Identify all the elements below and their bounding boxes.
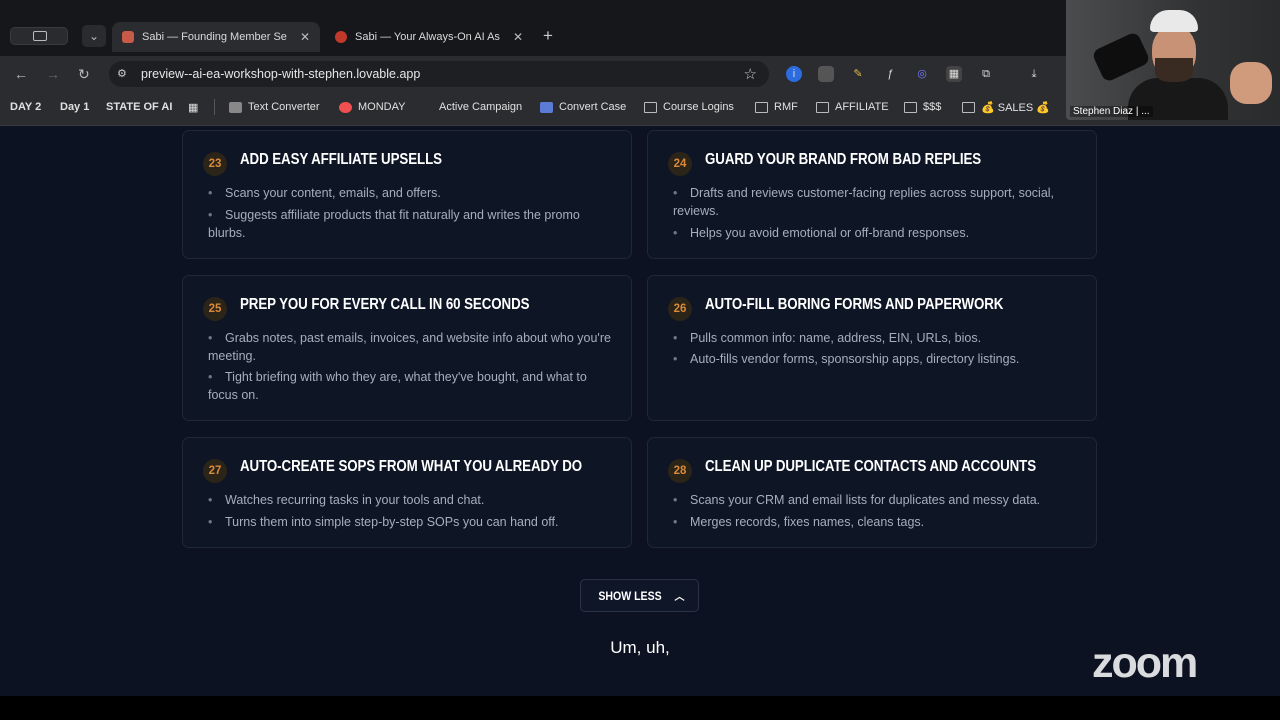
download-icon[interactable]: ⤓: [1026, 66, 1042, 82]
bookmark-day-1[interactable]: Day 1: [60, 101, 89, 113]
card-title: GUARD YOUR BRAND FROM BAD REPLIES: [705, 151, 982, 168]
feature-card-24: 24 GUARD YOUR BRAND FROM BAD REPLIES Dra…: [647, 130, 1097, 259]
folder-icon: [904, 101, 917, 113]
bookmark-star-icon[interactable]: ☆: [744, 65, 757, 83]
bookmark-label: RMF: [774, 101, 798, 113]
feature-card-26: 26 AUTO-FILL BORING FORMS AND PAPERWORK …: [647, 275, 1097, 421]
reload-icon[interactable]: ↻: [78, 66, 90, 83]
bookmark-money[interactable]: $$$: [904, 101, 941, 113]
card-title: AUTO-FILL BORING FORMS AND PAPERWORK: [705, 296, 1004, 313]
extension-icon[interactable]: ✎: [850, 66, 866, 82]
bookmark-label: 💰 SALES 💰: [981, 102, 1050, 114]
window-overview-button[interactable]: [10, 27, 68, 45]
card-bullet: Suggests affiliate products that fit nat…: [208, 206, 618, 242]
bookmark-label: AFFILIATE: [835, 101, 889, 113]
folder-icon: [755, 101, 768, 113]
feature-card-28: 28 CLEAN UP DUPLICATE CONTACTS AND ACCOU…: [647, 437, 1097, 548]
card-title: AUTO-CREATE SOPS FROM WHAT YOU ALREADY D…: [240, 458, 583, 475]
cap-image: [1150, 10, 1198, 32]
page-icon: [229, 101, 242, 113]
bookmark-day-2[interactable]: DAY 2: [10, 101, 41, 113]
extension-icon[interactable]: ▦: [946, 66, 962, 82]
bookmark-label: Course Logins: [663, 101, 734, 113]
folder-icon: [962, 102, 975, 113]
bottom-bar: [0, 696, 1280, 720]
extensions-puzzle-icon[interactable]: ⧉: [978, 66, 994, 82]
address-bar[interactable]: ⚙ preview--ai-ea-workshop-with-stephen.l…: [109, 61, 769, 87]
feature-card-25: 25 PREP YOU FOR EVERY CALL IN 60 SECONDS…: [182, 275, 632, 421]
close-tab-icon[interactable]: ✕: [300, 30, 310, 44]
close-tab-icon[interactable]: ✕: [513, 30, 523, 44]
tab-sabi-always-on[interactable]: Sabi — Your Always-On AI As ✕: [325, 22, 533, 52]
card-title: PREP YOU FOR EVERY CALL IN 60 SECONDS: [240, 296, 530, 313]
tab-title: Sabi — Founding Member Se: [142, 31, 287, 43]
bookmark-course-logins[interactable]: Course Logins: [644, 101, 734, 113]
card-bullet: Auto-fills vendor forms, sponsorship app…: [673, 350, 1083, 368]
extension-icon[interactable]: ◎: [914, 66, 930, 82]
participant-name: Stephen Diaz | ...: [1070, 106, 1153, 117]
site-info-icon[interactable]: ⚙: [117, 67, 131, 81]
card-bullet: Merges records, fixes names, cleans tags…: [673, 513, 1083, 531]
webcam-video: Stephen Diaz | ...: [1066, 0, 1280, 120]
tab-sabi-founding-member[interactable]: Sabi — Founding Member Se ✕: [112, 22, 320, 52]
card-bullet: Turns them into simple step-by-step SOPs…: [208, 513, 618, 531]
feature-card-27: 27 AUTO-CREATE SOPS FROM WHAT YOU ALREAD…: [182, 437, 632, 548]
bookmark-label: $$$: [923, 101, 942, 113]
bookmark-sales[interactable]: 💰 SALES 💰: [962, 101, 1050, 114]
card-number-badge: 23: [203, 152, 227, 176]
extension-icon[interactable]: ƒ: [882, 66, 898, 82]
card-number-badge: 27: [203, 459, 227, 483]
bookmark-rmf[interactable]: RMF: [755, 101, 798, 113]
show-less-label: SHOW LESS: [598, 588, 663, 603]
page-icon: [540, 101, 553, 113]
card-bullet: Watches recurring tasks in your tools an…: [208, 491, 618, 509]
chevron-up-icon: ︿: [674, 592, 685, 603]
forward-arrow-icon[interactable]: →: [46, 66, 60, 82]
sabi-favicon-icon: [335, 31, 347, 43]
bookmark-active-campaign[interactable]: Active Campaign: [439, 101, 522, 113]
sabi-favicon-icon: [122, 31, 134, 43]
folder-icon: [816, 101, 829, 113]
bookmark-text-converter[interactable]: Text Converter: [229, 101, 320, 113]
bookmark-label: MONDAY: [358, 101, 406, 113]
card-title: CLEAN UP DUPLICATE CONTACTS AND ACCOUNTS: [705, 458, 1037, 475]
bookmark-separator: [214, 99, 215, 115]
password-manager-icon[interactable]: i: [786, 66, 802, 82]
bookmark-label: Convert Case: [559, 101, 627, 113]
new-tab-button[interactable]: +: [543, 26, 553, 46]
show-less-button[interactable]: SHOW LESS ︿: [580, 579, 699, 612]
card-number-badge: 28: [668, 459, 692, 483]
bookmark-monday[interactable]: MONDAY: [339, 101, 405, 113]
apps-grid-icon[interactable]: ▦: [188, 101, 198, 114]
bookmark-convert-case[interactable]: Convert Case: [540, 101, 626, 113]
hand-image: [1230, 62, 1272, 104]
monday-icon: [339, 101, 352, 113]
card-bullet: Pulls common info: name, address, EIN, U…: [673, 329, 1083, 347]
card-bullet: Helps you avoid emotional or off-brand r…: [673, 224, 1083, 242]
page-content: 23 ADD EASY AFFILIATE UPSELLS Scans your…: [0, 126, 1280, 696]
tab-search-chevron-icon[interactable]: ⌄: [82, 25, 106, 47]
card-bullet: Scans your CRM and email lists for dupli…: [673, 491, 1083, 509]
feature-card-23: 23 ADD EASY AFFILIATE UPSELLS Scans your…: [182, 130, 632, 259]
bookmark-state-of-ai[interactable]: STATE OF AI: [106, 101, 172, 113]
card-number-badge: 26: [668, 297, 692, 321]
bookmark-affiliate[interactable]: AFFILIATE: [816, 101, 889, 113]
card-bullet: Drafts and reviews customer-facing repli…: [673, 184, 1083, 220]
card-number-badge: 25: [203, 297, 227, 321]
card-title: ADD EASY AFFILIATE UPSELLS: [240, 151, 442, 168]
card-bullet: Tight briefing with who they are, what t…: [208, 368, 618, 404]
bookmark-label: Text Converter: [248, 101, 320, 113]
card-bullet: Scans your content, emails, and offers.: [208, 184, 618, 202]
card-number-badge: 24: [668, 152, 692, 176]
tab-title: Sabi — Your Always-On AI As: [355, 31, 500, 43]
extension-icon[interactable]: [818, 66, 834, 82]
folder-icon: [644, 101, 657, 113]
zoom-logo: zoom: [1092, 639, 1198, 687]
back-arrow-icon[interactable]: ←: [14, 66, 28, 82]
card-bullet: Grabs notes, past emails, invoices, and …: [208, 329, 618, 365]
subtitle-caption: Um, uh,: [610, 638, 670, 657]
url-text: preview--ai-ea-workshop-with-stephen.lov…: [141, 67, 421, 81]
